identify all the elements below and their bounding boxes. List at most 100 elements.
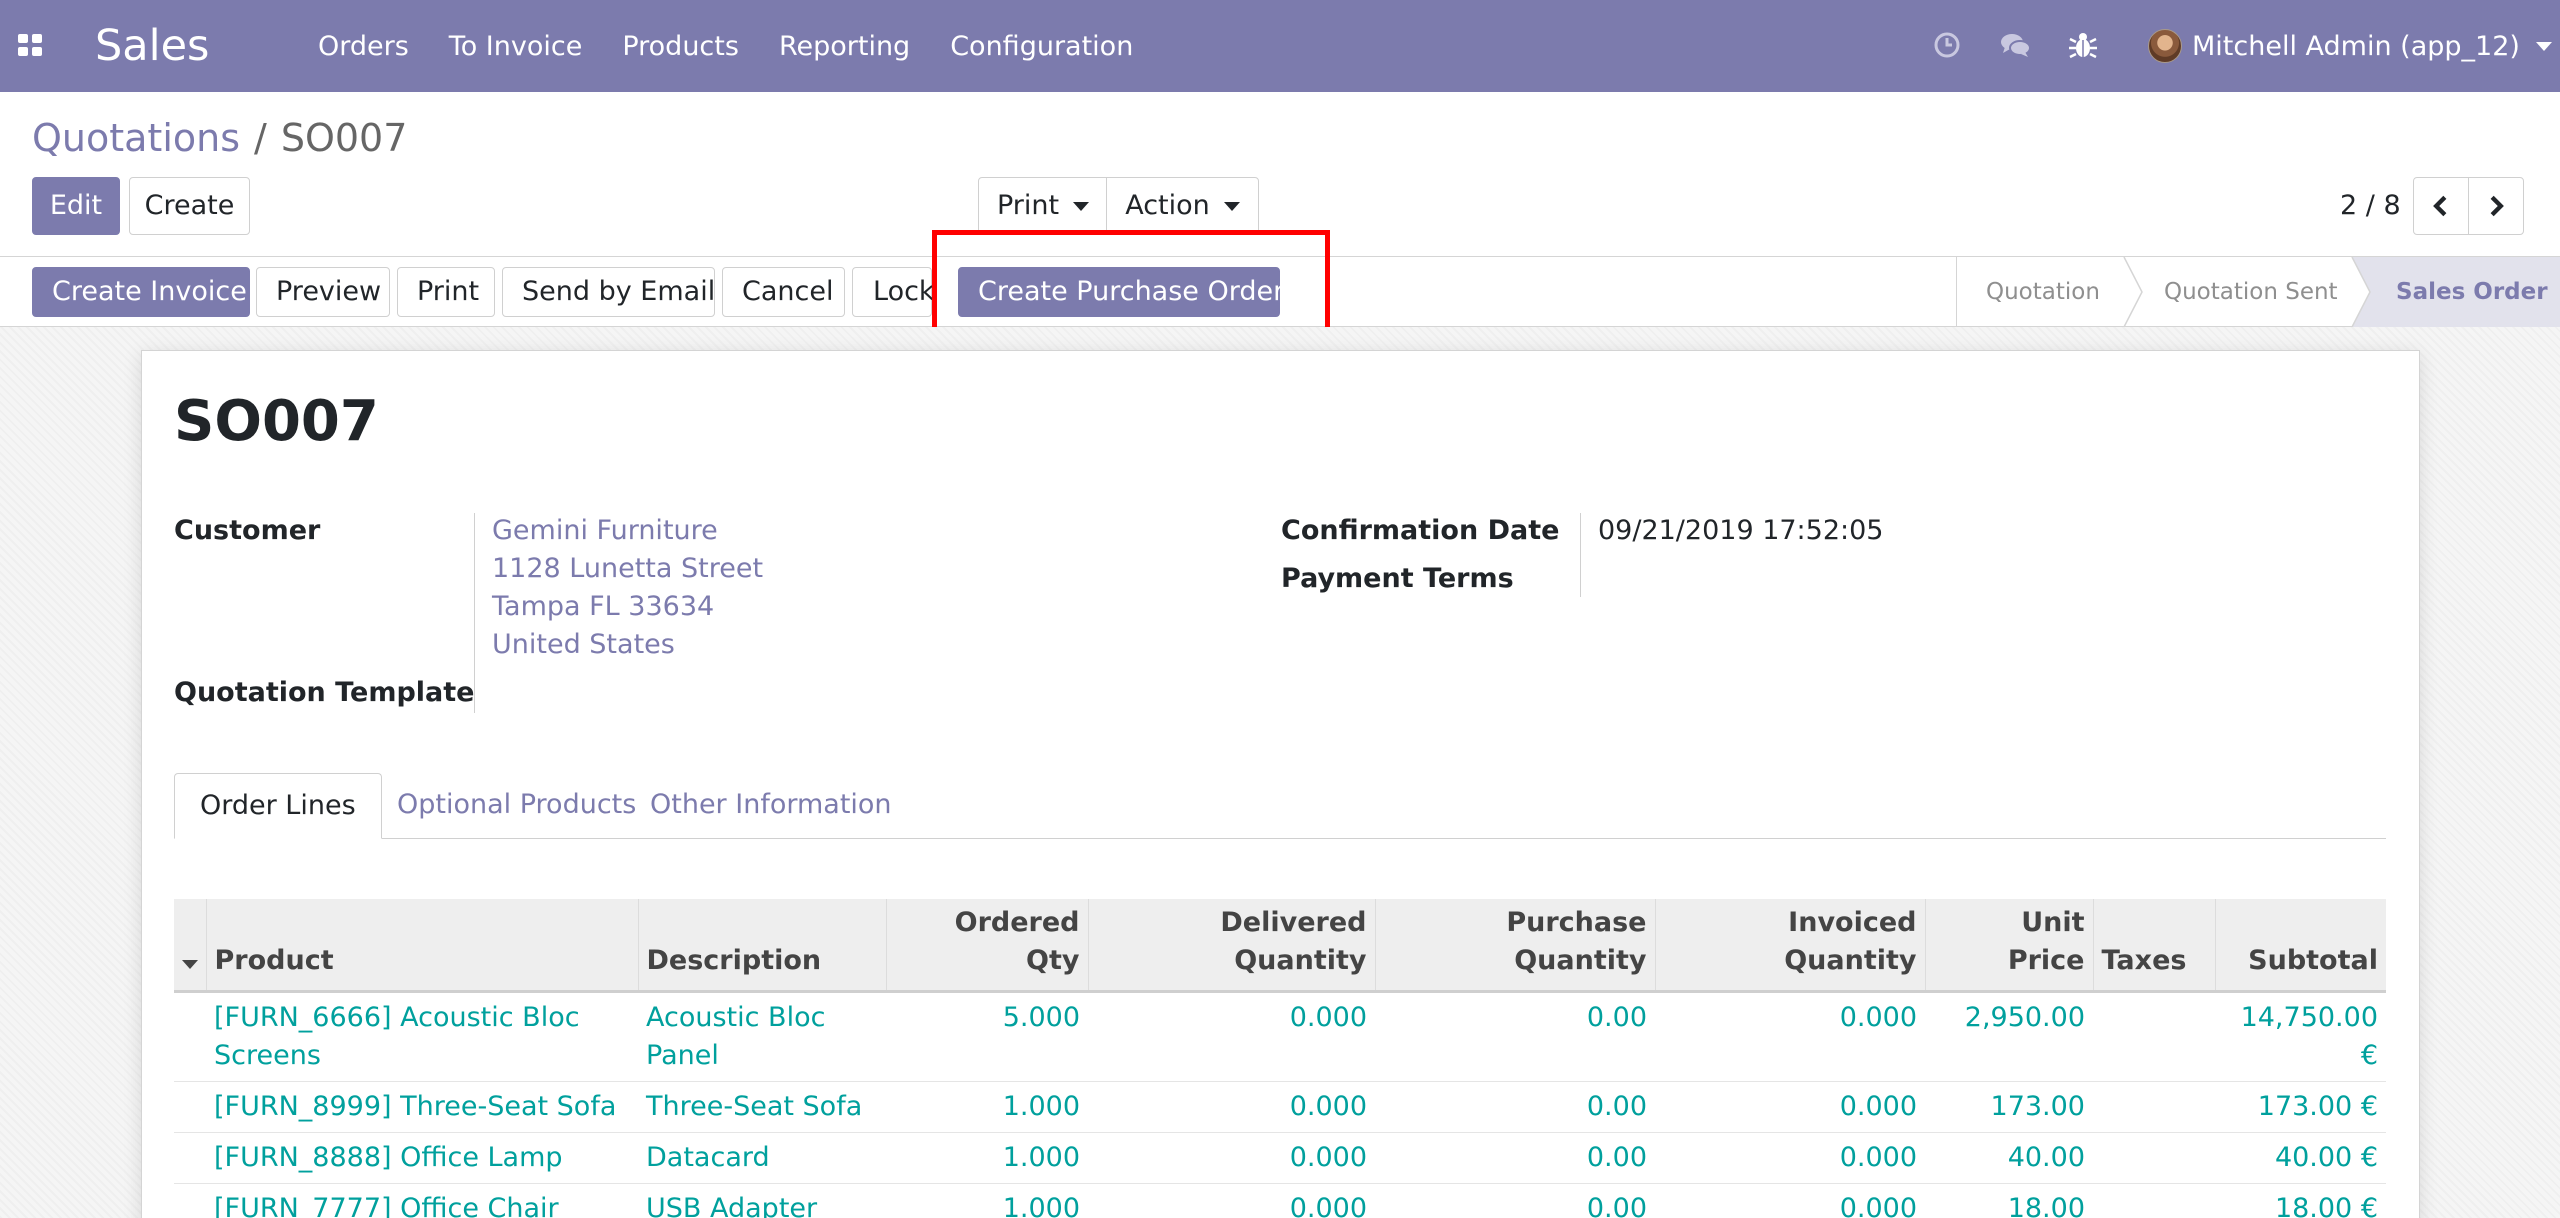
chat-icon[interactable] — [1998, 28, 2032, 62]
sort-column-header[interactable] — [174, 899, 206, 993]
column-header-subtotal[interactable]: Subtotal — [2214, 899, 2386, 993]
column-header-product[interactable]: Product — [205, 899, 638, 993]
stage-pipeline: Quotation Quotation Sent Sales Order — [1956, 257, 2560, 327]
cell-product[interactable]: [FURN_6666] Acoustic Bloc Screens — [206, 991, 638, 1082]
column-header-description[interactable]: Description — [637, 899, 886, 993]
stage-quotation[interactable]: Quotation — [1986, 257, 2100, 327]
notebook-tabs: Order Lines Optional Products Other Info… — [174, 773, 2386, 839]
cell-description[interactable]: Acoustic Bloc Panel — [638, 991, 886, 1082]
breadcrumb-quotations[interactable]: Quotations — [32, 116, 240, 160]
cell-ordered-qty[interactable]: 1.000 — [886, 1183, 1088, 1218]
cell-delivered-quantity[interactable]: 0.000 — [1088, 991, 1375, 1082]
cell-unit-price[interactable]: 2,950.00 — [1925, 991, 2093, 1082]
app-name[interactable]: Sales — [95, 16, 209, 76]
lock-button[interactable]: Lock — [852, 267, 935, 317]
menu-item-configuration[interactable]: Configuration — [950, 31, 1133, 62]
create-button[interactable]: Create — [129, 177, 250, 235]
row-handle-cell — [174, 1183, 206, 1218]
cell-product[interactable]: [FURN_8888] Office Lamp — [206, 1132, 638, 1184]
cell-description[interactable]: Datacard — [638, 1132, 886, 1184]
menu-item-reporting[interactable]: Reporting — [779, 31, 910, 62]
cell-delivered-quantity[interactable]: 0.000 — [1088, 1081, 1375, 1133]
cell-product[interactable]: [FURN_7777] Office Chair — [206, 1183, 638, 1218]
cell-delivered-quantity[interactable]: 0.000 — [1088, 1183, 1375, 1218]
bug-icon[interactable] — [2066, 28, 2100, 62]
pager-value[interactable]: 2 / 8 — [2340, 191, 2401, 221]
row-handle-cell — [174, 991, 206, 1082]
table-row[interactable]: [FURN_6666] Acoustic Bloc Screens Acousti… — [174, 991, 2386, 1082]
cancel-button[interactable]: Cancel — [722, 267, 845, 317]
form-sheet: SO007 Customer Gemini Furniture 1128 Lun… — [141, 350, 2420, 1218]
confirmation-date-value: 09/21/2019 17:52:05 — [1598, 515, 1884, 546]
cell-taxes[interactable] — [2093, 1183, 2215, 1218]
quotation-template-label: Quotation Template — [174, 677, 475, 708]
cell-purchase-quantity[interactable]: 0.00 — [1375, 1081, 1655, 1133]
create-invoice-button[interactable]: Create Invoice — [32, 267, 250, 317]
table-header-row: Product Description Ordered Qty Delivered… — [174, 899, 2386, 993]
cell-purchase-quantity[interactable]: 0.00 — [1375, 1132, 1655, 1184]
cell-description[interactable]: USB Adapter — [638, 1183, 886, 1218]
customer-city[interactable]: Tampa FL 33634 — [492, 588, 714, 626]
row-handle-cell — [174, 1081, 206, 1133]
order-lines-table: Product Description Ordered Qty Delivered… — [174, 899, 2386, 1218]
pager-next-button[interactable] — [2468, 177, 2524, 235]
tab-order-lines[interactable]: Order Lines — [174, 773, 382, 839]
cell-subtotal: 40.00 € — [2215, 1132, 2386, 1184]
cell-invoiced-quantity[interactable]: 0.000 — [1655, 1132, 1925, 1184]
user-menu[interactable]: Mitchell Admin (app_12) — [2148, 24, 2552, 68]
cell-ordered-qty[interactable]: 5.000 — [886, 991, 1088, 1082]
cell-unit-price[interactable]: 40.00 — [1925, 1132, 2093, 1184]
confirmation-date-label: Confirmation Date — [1281, 515, 1560, 546]
tab-other-information[interactable]: Other Information — [625, 773, 917, 839]
column-header-taxes[interactable]: Taxes — [2092, 899, 2215, 993]
pager-previous-button[interactable] — [2413, 177, 2469, 235]
preview-button[interactable]: Preview — [256, 267, 390, 317]
cell-ordered-qty[interactable]: 1.000 — [886, 1081, 1088, 1133]
row-handle-cell — [174, 1132, 206, 1184]
cell-taxes[interactable] — [2093, 991, 2215, 1082]
menu-item-orders[interactable]: Orders — [318, 31, 409, 62]
column-header-delivered-quantity[interactable]: Delivered Quantity — [1087, 899, 1375, 993]
table-row[interactable]: [FURN_8999] Three-Seat Sofa Three-Seat S… — [174, 1081, 2386, 1133]
edit-button[interactable]: Edit — [32, 177, 120, 235]
cell-taxes[interactable] — [2093, 1081, 2215, 1133]
cell-taxes[interactable] — [2093, 1132, 2215, 1184]
cell-product[interactable]: [FURN_8999] Three-Seat Sofa — [206, 1081, 638, 1133]
field-separator — [1580, 513, 1581, 597]
cell-delivered-quantity[interactable]: 0.000 — [1088, 1132, 1375, 1184]
tab-optional-products[interactable]: Optional Products — [372, 773, 661, 839]
print-button[interactable]: Print — [397, 267, 495, 317]
table-row[interactable]: [FURN_7777] Office Chair USB Adapter 1.0… — [174, 1183, 2386, 1218]
stage-sales-order[interactable]: Sales Order — [2396, 257, 2548, 327]
cell-invoiced-quantity[interactable]: 0.000 — [1655, 1081, 1925, 1133]
column-header-ordered-qty[interactable]: Ordered Qty — [885, 899, 1088, 993]
column-header-purchase-quantity[interactable]: Purchase Quantity — [1374, 899, 1655, 993]
cell-invoiced-quantity[interactable]: 0.000 — [1655, 1183, 1925, 1218]
record-title: SO007 — [174, 389, 379, 454]
create-purchase-order-button[interactable]: Create Purchase Order — [958, 267, 1284, 317]
customer-street[interactable]: 1128 Lunetta Street — [492, 550, 763, 588]
cell-unit-price[interactable]: 173.00 — [1925, 1081, 2093, 1133]
cell-invoiced-quantity[interactable]: 0.000 — [1655, 991, 1925, 1082]
action-dropdown-button[interactable]: Action — [1106, 177, 1259, 235]
customer-name-link[interactable]: Gemini Furniture — [492, 512, 718, 550]
stage-quotation-sent[interactable]: Quotation Sent — [2164, 257, 2338, 327]
send-by-email-button[interactable]: Send by Email — [502, 267, 715, 317]
cell-description[interactable]: Three-Seat Sofa — [638, 1081, 886, 1133]
cell-purchase-quantity[interactable]: 0.00 — [1375, 991, 1655, 1082]
column-header-unit-price[interactable]: Unit Price — [1924, 899, 2093, 993]
apps-grid-icon[interactable] — [18, 34, 44, 58]
customer-country[interactable]: United States — [492, 626, 675, 664]
print-dropdown-button[interactable]: Print — [978, 177, 1107, 235]
caret-down-icon — [182, 959, 198, 969]
chevron-down-icon — [1223, 202, 1240, 211]
table-row[interactable]: [FURN_8888] Office Lamp Datacard 1.000 0… — [174, 1132, 2386, 1184]
action-dropdown-label: Action — [1125, 190, 1210, 221]
column-header-invoiced-quantity[interactable]: Invoiced Quantity — [1654, 899, 1925, 993]
cell-purchase-quantity[interactable]: 0.00 — [1375, 1183, 1655, 1218]
menu-item-products[interactable]: Products — [622, 31, 739, 62]
clock-icon[interactable] — [1930, 28, 1964, 62]
menu-item-to-invoice[interactable]: To Invoice — [449, 31, 583, 62]
cell-ordered-qty[interactable]: 1.000 — [886, 1132, 1088, 1184]
cell-unit-price[interactable]: 18.00 — [1925, 1183, 2093, 1218]
